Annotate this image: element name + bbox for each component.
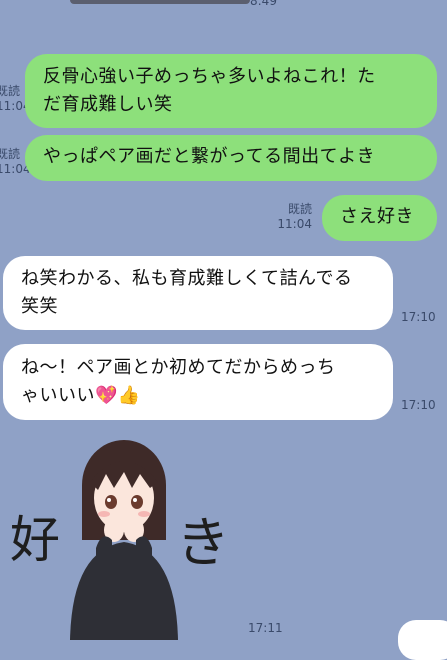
- thumbs-up-emoji-icon: 👍: [117, 385, 141, 406]
- heart-emoji-icon: 💖: [95, 385, 118, 406]
- message-text: さえ好き: [340, 206, 414, 227]
- message-text: ね〜！ペア画とか初めてだからめっち: [21, 357, 336, 378]
- next-message-bubble-edge: [398, 620, 447, 660]
- sticker-text-right: き: [176, 511, 230, 574]
- message-bubble-outgoing[interactable]: さえ好き: [322, 195, 437, 241]
- message-time: 17:11: [248, 621, 283, 635]
- message-text: ゃいいい💖👍: [21, 385, 141, 406]
- read-receipt: 既読 11:04: [277, 202, 312, 231]
- message-text: 笑笑: [21, 296, 58, 317]
- message-bubble-incoming[interactable]: ね笑わかる、私も育成難しくて詰んでる 笑笑: [3, 256, 393, 330]
- previous-message-sticker-edge: [70, 0, 250, 4]
- message-text: ね笑わかる、私も育成難しくて詰んでる: [21, 268, 353, 289]
- message-text: だ育成難しい笑: [43, 94, 173, 115]
- message-time: 17:10: [401, 398, 436, 412]
- read-receipt: 既読 11:04: [0, 84, 31, 113]
- message-bubble-outgoing[interactable]: やっぱペア画だと繋がってる間出てよき: [25, 135, 437, 181]
- previous-message-time: 8:49: [250, 0, 277, 8]
- read-receipt: 既読 11:04: [0, 147, 31, 176]
- message-text: やっぱペア画だと繋がってる間出てよき: [43, 146, 376, 167]
- sticker-text-left: 好: [10, 511, 60, 569]
- message-text: 反骨心強い子めっちゃ多いよねこれ！た: [43, 66, 376, 87]
- message-time: 17:10: [401, 310, 436, 324]
- message-bubble-outgoing[interactable]: 反骨心強い子めっちゃ多いよねこれ！た だ育成難しい笑: [25, 54, 437, 128]
- message-bubble-incoming[interactable]: ね〜！ペア画とか初めてだからめっち ゃいいい💖👍: [3, 344, 393, 420]
